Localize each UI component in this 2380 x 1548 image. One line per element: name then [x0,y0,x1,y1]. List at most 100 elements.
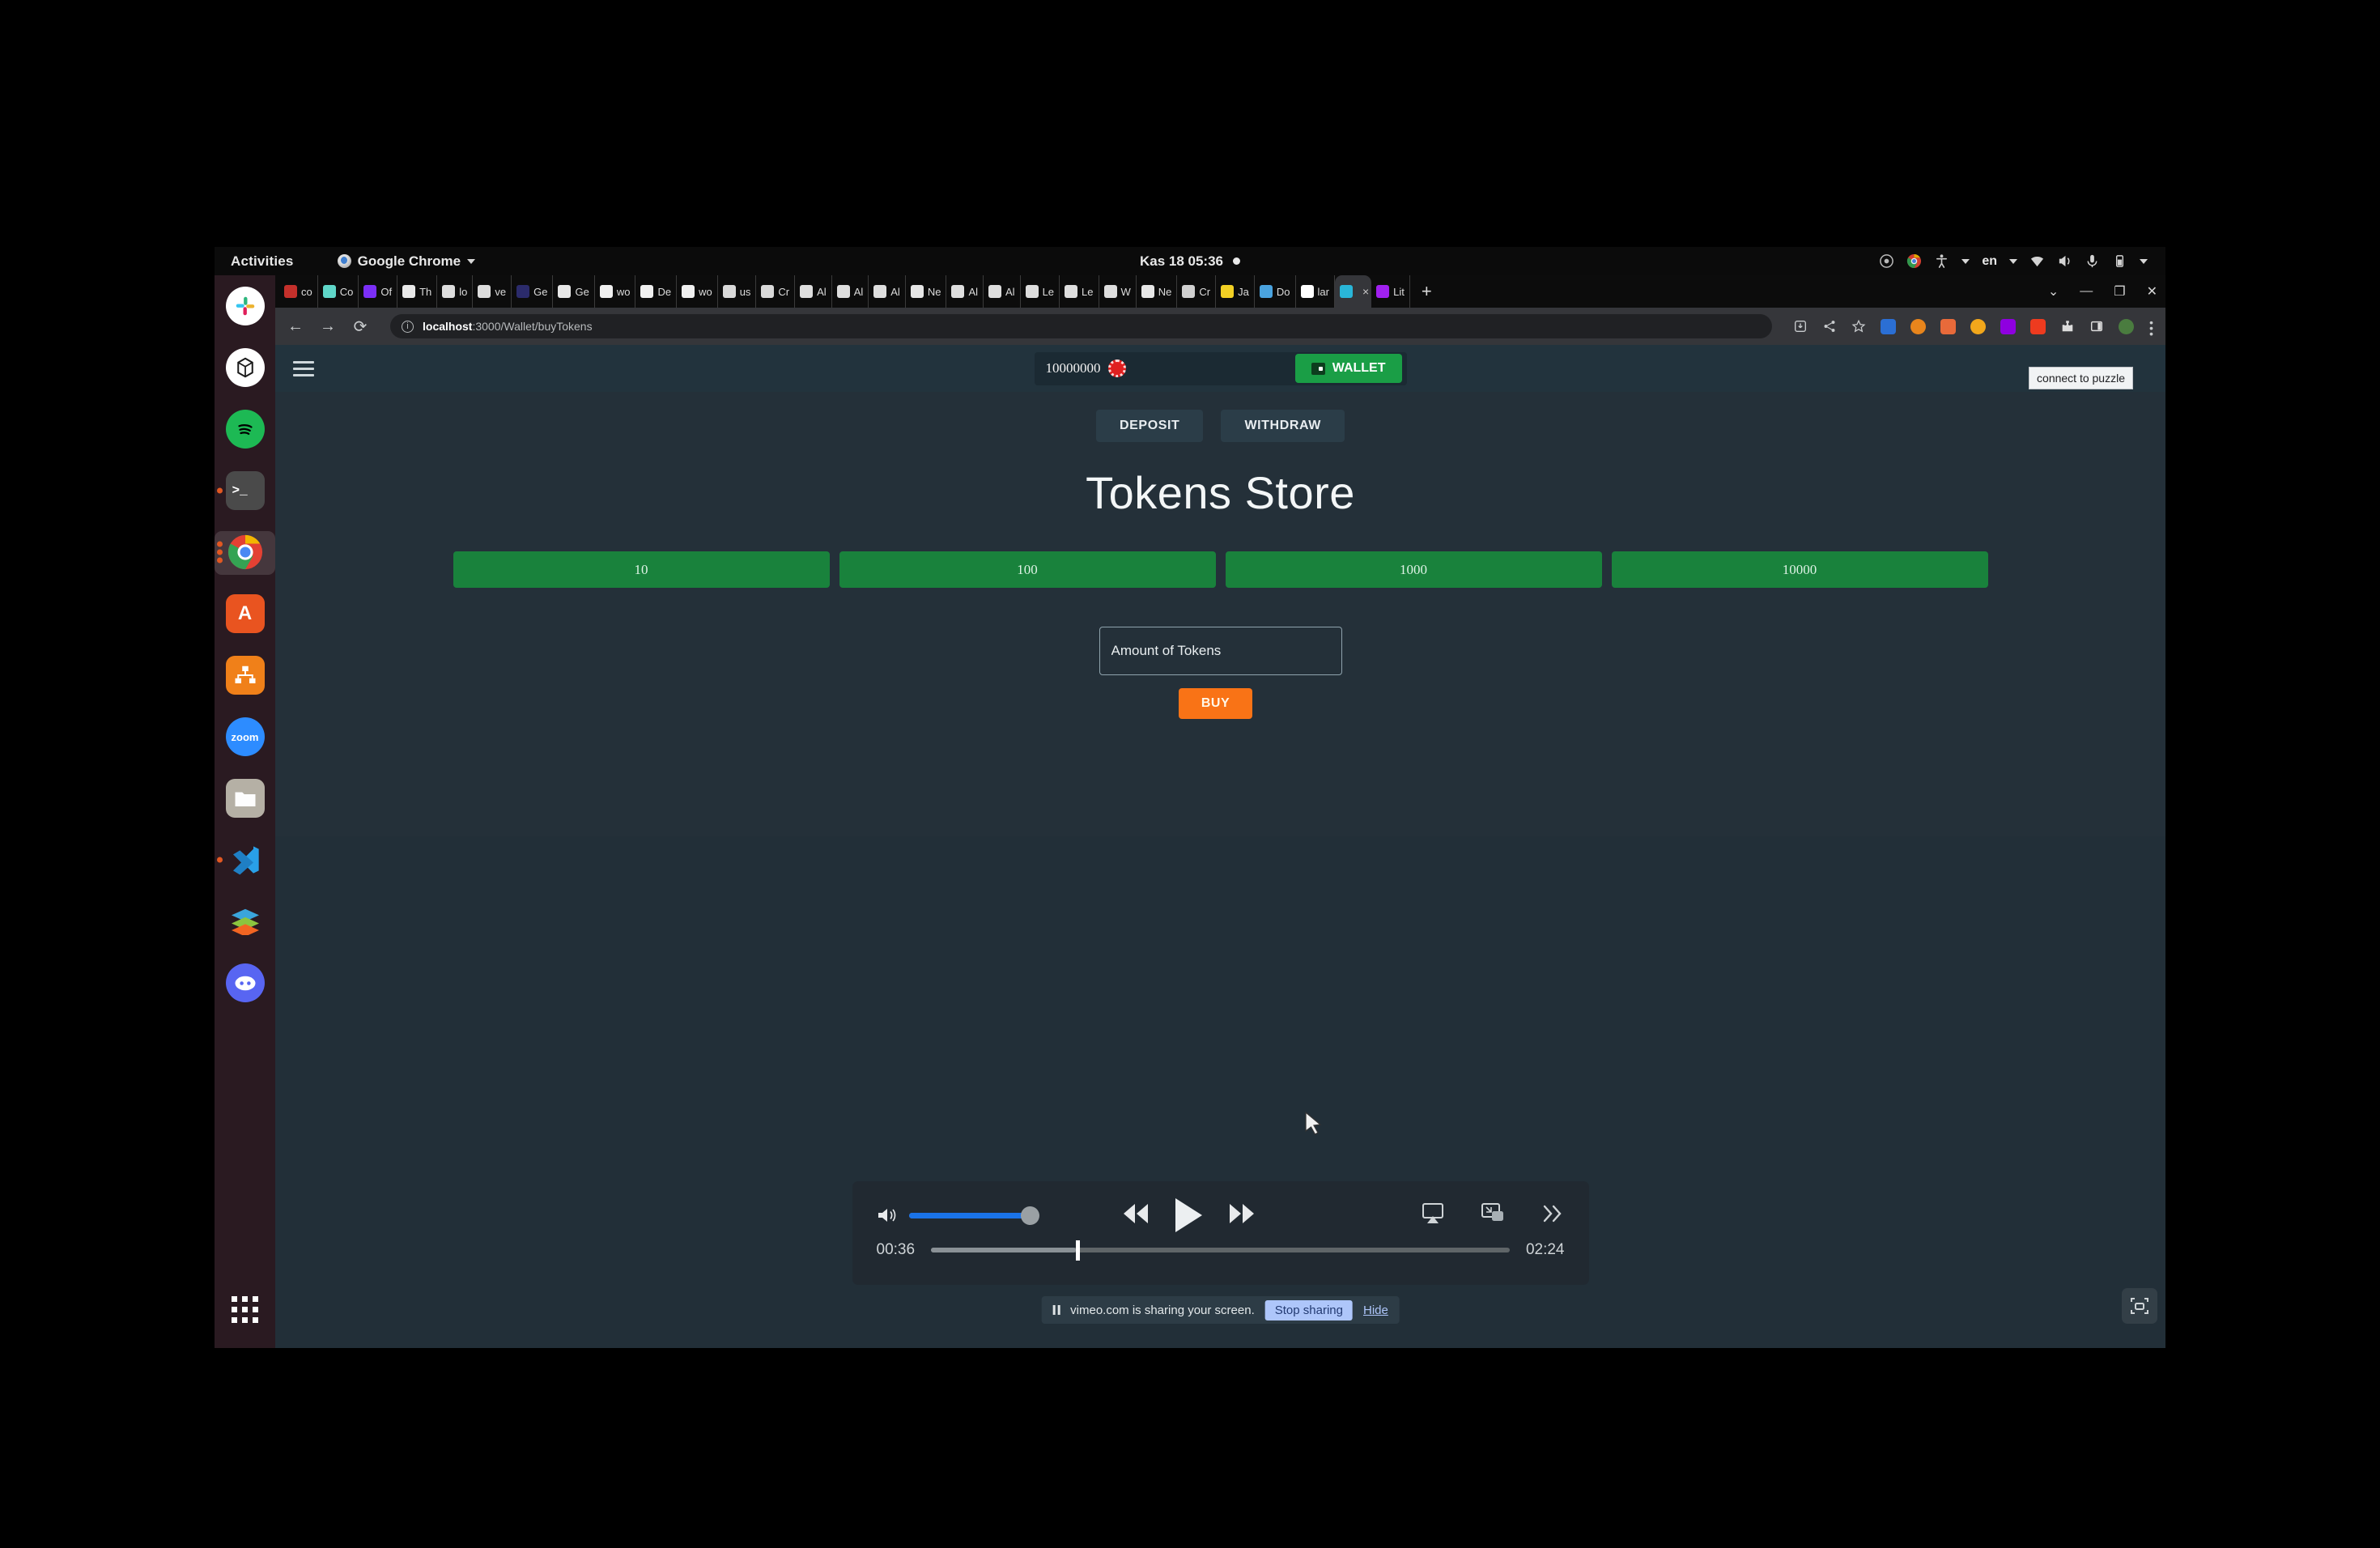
tab-close-icon[interactable]: × [1362,285,1369,298]
seek-bar[interactable] [931,1240,1510,1261]
volume-knob[interactable] [1020,1206,1039,1225]
reload-button[interactable]: ⟳ [351,317,369,337]
browser-tab[interactable]: lo [437,275,474,308]
browser-tab[interactable]: Al [946,275,984,308]
microphone-icon [2085,253,2100,269]
dock-item-diagram-app[interactable] [215,644,275,706]
chevrons-right-icon[interactable] [1540,1201,1564,1230]
forward-button[interactable]: → [319,317,337,336]
browser-tab[interactable]: Al [869,275,906,308]
rewind-icon[interactable] [1119,1201,1153,1231]
extension-purple-icon[interactable] [2000,318,2016,334]
chevron-down-icon [2140,258,2148,264]
browser-tab[interactable]: Al [832,275,869,308]
browser-tab[interactable]: Le [1021,275,1060,308]
address-bar[interactable]: i localhost:3000/Wallet/buyTokens [390,314,1772,338]
pause-icon[interactable] [1052,1305,1060,1315]
chrome-menu-icon[interactable] [2148,319,2154,336]
browser-tab[interactable]: Ja [1216,275,1255,308]
hamburger-menu-icon[interactable] [293,357,314,381]
extension-red-pin-icon[interactable] [2030,318,2046,334]
withdraw-tab[interactable]: WITHDRAW [1221,410,1345,442]
dock-item-discord[interactable] [215,952,275,1014]
seek-handle[interactable] [1075,1240,1080,1261]
dock-item-terminal[interactable]: >_ [215,460,275,521]
tab-search-icon[interactable]: ⌄ [2048,283,2059,300]
browser-tab[interactable]: W [1099,275,1137,308]
play-icon[interactable] [1175,1198,1203,1232]
browser-tab[interactable]: Ne [906,275,947,308]
bookmark-star-icon[interactable] [1851,319,1866,334]
dock-item-zoom[interactable]: zoom [215,706,275,768]
system-tray[interactable]: en [1879,253,2148,269]
browser-tab[interactable]: Ge [553,275,595,308]
extension-orange-a-icon[interactable] [1940,318,1956,334]
connect-to-puzzle-tooltip[interactable]: connect to puzzle [2029,367,2133,389]
extension-blue-icon[interactable] [1881,318,1896,334]
vscode-icon [226,840,265,879]
browser-tab[interactable]: Le [1060,275,1099,308]
extension-bell-icon[interactable] [1970,318,1986,334]
app-menu[interactable]: Google Chrome [337,253,476,270]
browser-tab[interactable]: us [718,275,757,308]
volume-slider[interactable] [908,1206,1039,1225]
extension-fox-icon[interactable] [1910,318,1926,334]
dock-item-spotify[interactable] [215,398,275,460]
url-text: localhost:3000/Wallet/buyTokens [423,320,593,333]
dock-item-ubuntu-software[interactable]: A [215,583,275,644]
quantity-button-10000[interactable]: 10000 [1611,551,1988,588]
browser-tab[interactable]: Co [318,275,359,308]
volume-high-icon[interactable] [877,1206,899,1224]
quantity-button-1000[interactable]: 1000 [1225,551,1602,588]
dock-item-slack[interactable] [215,275,275,337]
browser-tab[interactable]: Th [397,275,438,308]
browser-tab[interactable]: Al [795,275,832,308]
buy-button[interactable]: BUY [1178,688,1253,719]
browser-tab[interactable]: Of [359,275,398,308]
browser-tab[interactable]: lar [1296,275,1335,308]
quantity-button-10[interactable]: 10 [453,551,830,588]
browser-tab[interactable]: Ne [1137,275,1178,308]
airplay-icon[interactable] [1420,1201,1446,1230]
dock-item-layers-app[interactable] [215,891,275,952]
browser-tab[interactable]: ve [473,275,512,308]
browser-tab[interactable]: Lit [1371,275,1410,308]
puzzle-icon[interactable] [2060,319,2075,334]
browser-tab[interactable]: × [1334,275,1372,308]
amount-of-tokens-input[interactable] [1099,627,1342,675]
maximize-button[interactable]: ❐ [2114,283,2125,300]
stop-sharing-button[interactable]: Stop sharing [1264,1299,1353,1320]
clock-button[interactable]: Kas 18 05:36 [1140,253,1241,270]
fast-forward-icon[interactable] [1225,1201,1259,1231]
browser-tab[interactable]: wo [677,275,718,308]
screenshot-widget[interactable] [2122,1288,2157,1324]
browser-tab[interactable]: co [279,275,318,308]
browser-tab[interactable]: wo [595,275,636,308]
show-applications-button[interactable] [215,1285,275,1333]
wallet-button[interactable]: WALLET [1294,354,1402,383]
dock-item-files[interactable] [215,768,275,829]
browser-tab[interactable]: Ge [512,275,554,308]
browser-tab[interactable]: Cr [1177,275,1217,308]
browser-tab[interactable]: Cr [756,275,796,308]
activities-button[interactable]: Activities [231,253,294,270]
browser-tab[interactable]: Do [1255,275,1296,308]
share-icon[interactable] [1822,319,1837,334]
profile-avatar[interactable] [2119,318,2134,334]
browser-tab[interactable]: Al [984,275,1021,308]
back-button[interactable]: ← [287,317,304,336]
picture-in-picture-icon[interactable] [1480,1201,1506,1230]
browser-tab[interactable]: De [635,275,678,308]
dock-item-google-chrome[interactable] [215,521,275,583]
dock-item-chatgpt[interactable] [215,337,275,398]
install-icon[interactable] [1793,319,1808,334]
close-window-button[interactable]: ✕ [2147,283,2157,300]
minimize-button[interactable]: — [2080,284,2093,299]
dock-item-vscode[interactable] [215,829,275,891]
deposit-tab[interactable]: DEPOSIT [1096,410,1204,442]
site-info-icon[interactable]: i [402,320,414,333]
hide-link[interactable]: Hide [1363,1303,1388,1317]
quantity-button-100[interactable]: 100 [839,551,1216,588]
new-tab-button[interactable]: + [1410,281,1443,302]
sidepanel-icon[interactable] [2089,319,2104,334]
